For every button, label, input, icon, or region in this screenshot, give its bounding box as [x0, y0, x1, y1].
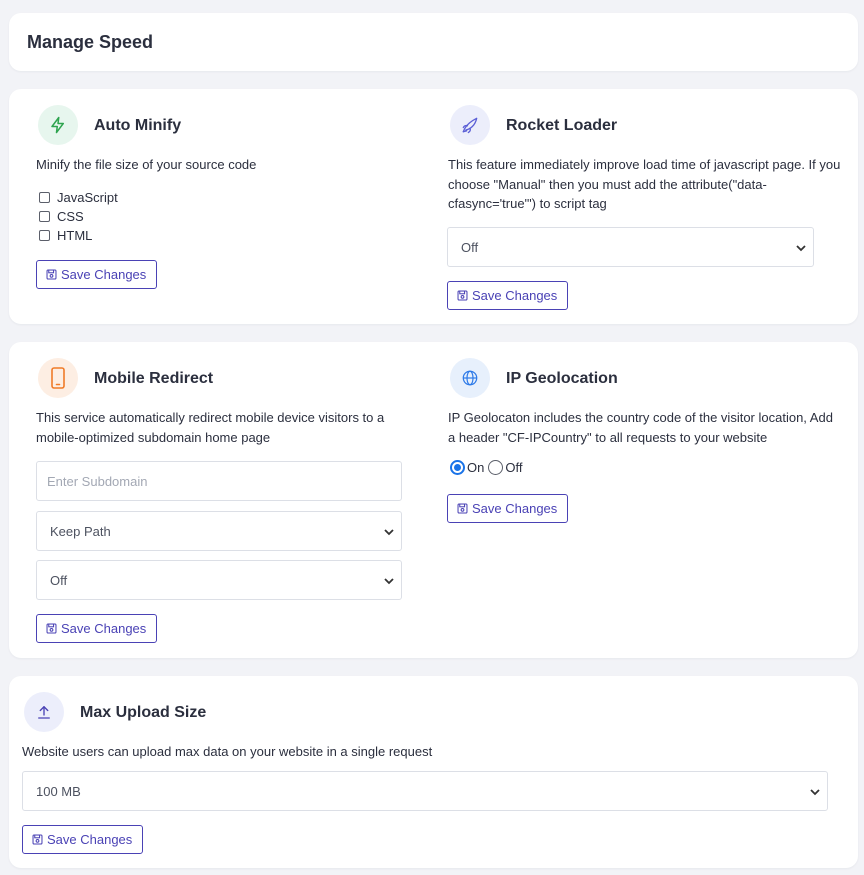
subdomain-input[interactable]: Enter Subdomain: [36, 461, 402, 501]
max-upload-section: Max Upload Size Website users can upload…: [9, 676, 858, 868]
auto-minify-title: Auto Minify: [94, 117, 182, 134]
chevron-down-icon: [384, 578, 394, 585]
rocket-loader-description: This feature immediately improve load ti…: [448, 157, 841, 211]
bolt-icon: [38, 105, 78, 145]
checkbox-html-label: HTML: [57, 228, 93, 243]
rocket-loader-section: Rocket Loader This feature immediately i…: [429, 89, 858, 324]
auto-minify-save-button[interactable]: Save Changes: [36, 260, 157, 289]
globe-icon: [450, 358, 490, 398]
row2-card: Mobile Redirect This service automatical…: [9, 342, 858, 658]
floppy-disk-icon: [32, 834, 43, 845]
max-upload-description: Website users can upload max data on you…: [22, 744, 433, 759]
rocket-loader-select[interactable]: Off: [447, 227, 814, 267]
ip-geolocation-save-button[interactable]: Save Changes: [447, 494, 568, 523]
chevron-down-icon: [810, 789, 820, 796]
row1-card: Auto Minify Minify the file size of your…: [9, 89, 858, 324]
mobile-redirect-description: This service automatically redirect mobi…: [36, 410, 385, 445]
radio-off[interactable]: [488, 460, 504, 475]
radio-on-label: On: [467, 460, 485, 475]
radio-off-label: Off: [505, 460, 523, 475]
checkbox-javascript-label: JavaScript: [57, 190, 118, 205]
path-select[interactable]: Keep Path: [36, 511, 402, 551]
header-card: Manage Speed: [9, 13, 858, 71]
max-upload-save-label: Save Changes: [47, 832, 133, 847]
ip-geolocation-save-label: Save Changes: [472, 501, 558, 516]
checkbox-html-row[interactable]: HTML: [39, 228, 92, 243]
mobile-redirect-status-select[interactable]: Off: [36, 560, 402, 600]
rocket-loader-title: Rocket Loader: [506, 117, 618, 134]
auto-minify-section: Auto Minify Minify the file size of your…: [9, 89, 429, 324]
ip-geolocation-description: IP Geolocaton includes the country code …: [448, 410, 833, 445]
rocket-loader-save-label: Save Changes: [472, 288, 558, 303]
rocket-loader-save-button[interactable]: Save Changes: [447, 281, 568, 310]
mobile-redirect-save-button[interactable]: Save Changes: [36, 614, 157, 643]
mobile-redirect-status-value: Off: [50, 572, 68, 588]
upload-icon: [24, 692, 64, 732]
floppy-disk-icon: [457, 290, 468, 301]
mobile-phone-icon: [38, 358, 78, 398]
page-title: Manage Speed: [27, 32, 154, 52]
mobile-redirect-section: Mobile Redirect This service automatical…: [9, 342, 429, 658]
subdomain-placeholder: Enter Subdomain: [47, 473, 148, 489]
floppy-disk-icon: [46, 623, 57, 634]
radio-on[interactable]: [450, 460, 465, 475]
max-upload-save-button[interactable]: Save Changes: [22, 825, 143, 854]
chevron-down-icon: [796, 245, 806, 252]
checkbox-javascript[interactable]: [39, 192, 50, 203]
floppy-disk-icon: [457, 503, 468, 514]
checkbox-css-row[interactable]: CSS: [39, 209, 84, 224]
checkbox-css-label: CSS: [57, 209, 84, 224]
max-upload-title: Max Upload Size: [80, 704, 207, 721]
rocket-icon: [450, 105, 490, 145]
ip-geolocation-radio-group: On Off: [450, 460, 522, 475]
rocket-loader-select-value: Off: [461, 239, 479, 255]
chevron-down-icon: [384, 529, 394, 536]
auto-minify-save-label: Save Changes: [61, 267, 147, 282]
checkbox-javascript-row[interactable]: JavaScript: [39, 190, 118, 205]
checkbox-html[interactable]: [39, 230, 50, 241]
path-select-value: Keep Path: [50, 523, 111, 539]
max-upload-select-value: 100 MB: [36, 783, 81, 799]
row3-card: Max Upload Size Website users can upload…: [9, 676, 858, 868]
auto-minify-description: Minify the file size of your source code: [36, 157, 257, 172]
ip-geolocation-section: IP Geolocation IP Geolocaton includes th…: [429, 342, 858, 658]
checkbox-css[interactable]: [39, 211, 50, 222]
mobile-redirect-title: Mobile Redirect: [94, 370, 214, 387]
floppy-disk-icon: [46, 269, 57, 280]
max-upload-select[interactable]: 100 MB: [22, 771, 828, 811]
ip-geolocation-title: IP Geolocation: [506, 370, 618, 387]
mobile-redirect-save-label: Save Changes: [61, 621, 147, 636]
